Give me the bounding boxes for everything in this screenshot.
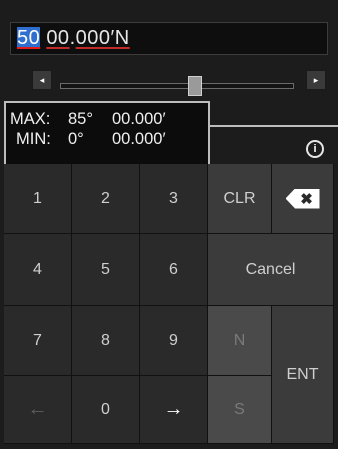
key-7[interactable]: 7 xyxy=(4,306,72,376)
min-row: MIN: 0° 00.000′ xyxy=(10,129,208,149)
hemisphere-suffix: ′N xyxy=(110,27,130,49)
cursor-left-button[interactable]: ← xyxy=(4,376,72,444)
slider-track[interactable] xyxy=(60,83,294,89)
clear-button[interactable]: CLR xyxy=(208,164,272,234)
minutes-int-field[interactable]: 00 xyxy=(46,27,69,49)
coordinate-display[interactable]: 50 00.000′N xyxy=(10,22,328,55)
min-degrees: 0° xyxy=(68,130,84,148)
slider-right-button[interactable]: ▸ xyxy=(306,70,326,90)
key-2[interactable]: 2 xyxy=(72,164,140,234)
range-tooltip: MAX: 85° 00.000′ MIN: 0° 00.000′ xyxy=(4,101,210,171)
minutes-frac-field[interactable]: 000 xyxy=(76,27,111,49)
north-button[interactable]: N xyxy=(208,306,272,376)
min-label: MIN: xyxy=(16,130,51,148)
left-arrow-icon: ◂ xyxy=(39,74,45,85)
info-icon[interactable]: i xyxy=(306,140,324,158)
key-6[interactable]: 6 xyxy=(140,234,208,306)
cancel-button[interactable]: Cancel xyxy=(208,234,334,306)
key-1[interactable]: 1 xyxy=(4,164,72,234)
tooltip-connector-line xyxy=(210,125,338,127)
coordinate-input-panel: 50 00.000′N ◂ ▸ MAX: 85° 00.000′ MIN: 0° 00.… xyxy=(0,0,338,449)
key-4[interactable]: 4 xyxy=(4,234,72,306)
slider-left-button[interactable]: ◂ xyxy=(32,70,52,90)
slider-thumb[interactable] xyxy=(188,76,202,96)
backspace-button[interactable]: ✖ xyxy=(272,164,334,234)
right-arrow-icon: ▸ xyxy=(313,74,319,85)
max-row: MAX: 85° 00.000′ xyxy=(10,109,208,129)
backspace-icon: ✖ xyxy=(285,188,320,209)
key-9[interactable]: 9 xyxy=(140,306,208,376)
cursor-right-button[interactable]: → xyxy=(140,376,208,444)
key-8[interactable]: 8 xyxy=(72,306,140,376)
max-label: MAX: xyxy=(10,110,51,128)
key-0[interactable]: 0 xyxy=(72,376,140,444)
south-button[interactable]: S xyxy=(208,376,272,444)
max-degrees: 85° xyxy=(68,110,93,128)
min-minutes: 00.000′ xyxy=(112,130,166,148)
degrees-field[interactable]: 50 xyxy=(17,27,41,49)
key-5[interactable]: 5 xyxy=(72,234,140,306)
max-minutes: 00.000′ xyxy=(112,110,166,128)
enter-button[interactable]: ENT xyxy=(272,306,334,444)
key-3[interactable]: 3 xyxy=(140,164,208,234)
